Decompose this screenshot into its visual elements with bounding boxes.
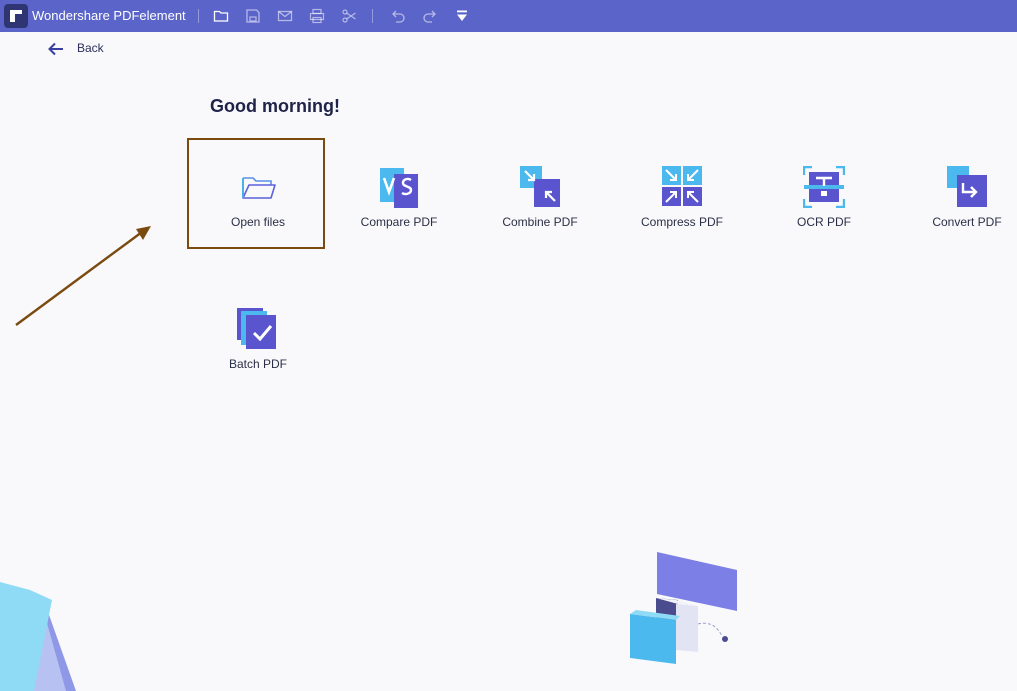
greeting-heading: Good morning! xyxy=(210,96,340,116)
tool-compress-pdf[interactable]: Compress PDF xyxy=(617,144,747,244)
title-bar: Wondershare PDFelement xyxy=(0,0,1017,32)
annotation-arrow-icon xyxy=(15,226,151,326)
save-icon[interactable] xyxy=(243,6,263,26)
app-logo-icon xyxy=(4,4,28,28)
tool-convert-pdf[interactable]: Convert PDF xyxy=(902,144,1017,244)
back-label: Back xyxy=(77,41,104,55)
scissors-icon[interactable] xyxy=(339,6,359,26)
compress-icon xyxy=(661,166,703,208)
convert-icon xyxy=(946,166,988,208)
dropdown-icon[interactable] xyxy=(452,6,472,26)
tool-label: OCR PDF xyxy=(797,215,851,229)
tool-label: Combine PDF xyxy=(502,215,578,229)
tool-label: Compare PDF xyxy=(360,215,438,229)
undo-icon[interactable] xyxy=(388,6,408,26)
file-drawer-illustration-icon xyxy=(630,552,737,664)
batch-icon xyxy=(237,308,279,350)
tool-ocr-pdf[interactable]: OCR PDF xyxy=(759,144,889,244)
tool-label: Batch PDF xyxy=(228,357,288,371)
combine-icon xyxy=(519,166,561,208)
print-icon[interactable] xyxy=(307,6,327,26)
app-title: Wondershare PDFelement xyxy=(32,8,186,23)
tool-label: Convert PDF xyxy=(932,215,1002,229)
folder-open-icon xyxy=(237,166,279,208)
ocr-icon xyxy=(802,165,846,209)
tool-batch-pdf[interactable]: Batch PDF xyxy=(193,286,323,386)
toolbar-separator xyxy=(198,9,199,23)
arrow-left-icon xyxy=(48,42,63,56)
tool-label: Open files xyxy=(230,215,286,229)
tool-combine-pdf[interactable]: Combine PDF xyxy=(475,144,605,244)
tool-compare-pdf[interactable]: Compare PDF xyxy=(334,144,464,244)
tool-label: Compress PDF xyxy=(640,215,723,229)
mail-icon[interactable] xyxy=(275,6,295,26)
folder-icon[interactable] xyxy=(211,6,231,26)
decorative-papers-icon xyxy=(0,582,76,691)
tool-open-files[interactable]: Open files xyxy=(193,144,323,244)
compare-icon xyxy=(378,166,420,208)
toolbar-separator xyxy=(372,9,373,23)
redo-icon[interactable] xyxy=(420,6,440,26)
